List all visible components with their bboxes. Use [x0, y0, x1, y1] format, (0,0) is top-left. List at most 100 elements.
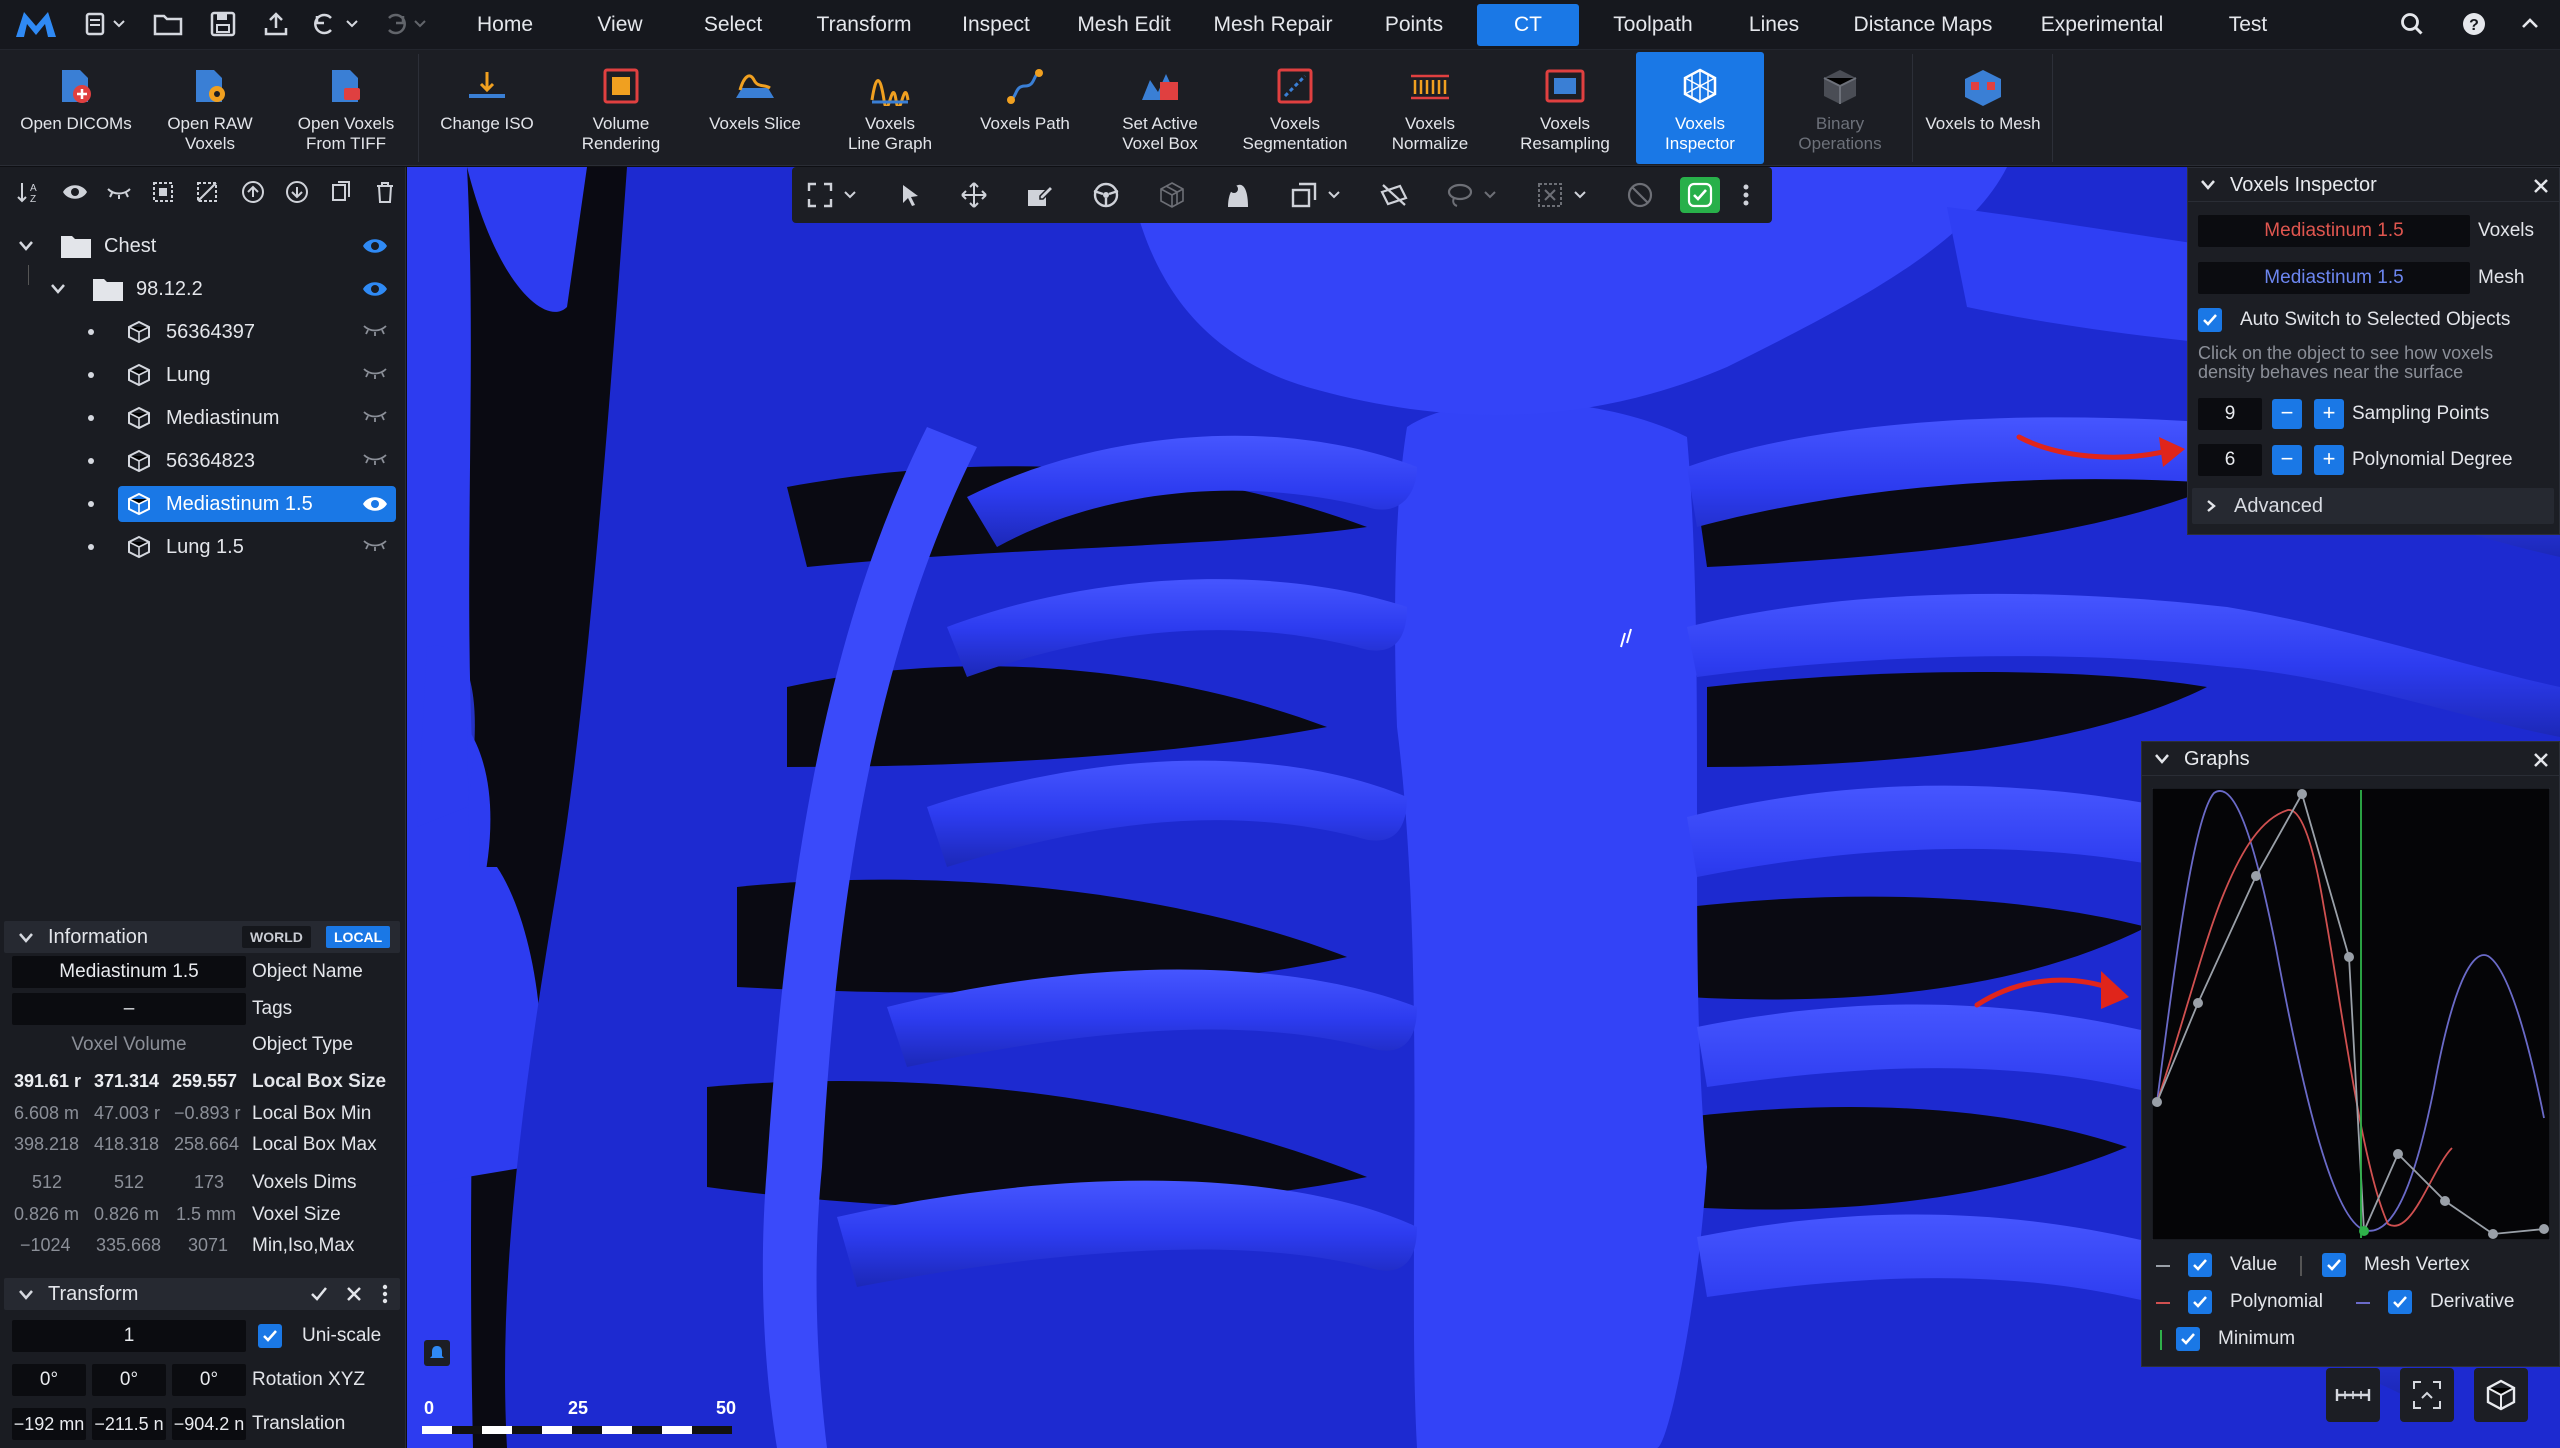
- notification-bell-icon[interactable]: [424, 1340, 450, 1366]
- menu-ct[interactable]: CT: [1477, 4, 1579, 46]
- close-icon[interactable]: [2533, 752, 2549, 768]
- menu-home[interactable]: Home: [460, 0, 550, 50]
- change-iso-button[interactable]: Change ISO: [424, 52, 550, 164]
- open-voxels-tiff-button[interactable]: Open Voxels From TIFF: [280, 52, 412, 164]
- chevron-down-icon[interactable]: [1570, 179, 1590, 211]
- menu-transform[interactable]: Transform: [806, 0, 922, 50]
- translation-z-field[interactable]: −904.2 n: [172, 1408, 246, 1440]
- close-icon[interactable]: [2533, 178, 2549, 194]
- chevron-down-icon[interactable]: [1324, 179, 1344, 211]
- chevron-right-icon[interactable]: [2206, 499, 2216, 513]
- auto-switch-checkbox[interactable]: [2198, 308, 2222, 332]
- value-checkbox[interactable]: [2188, 1253, 2212, 1277]
- information-header[interactable]: Information WORLD LOCAL: [4, 921, 400, 953]
- wireframe-icon[interactable]: [1156, 179, 1188, 211]
- lasso-icon[interactable]: [1444, 179, 1476, 211]
- transform-header[interactable]: Transform: [4, 1278, 400, 1310]
- voxels-object-selector[interactable]: Mediastinum 1.5: [2198, 215, 2470, 247]
- chevron-down-icon[interactable]: [18, 240, 34, 252]
- voxels-segmentation-button[interactable]: Voxels Segmentation: [1230, 52, 1360, 164]
- menu-test[interactable]: Test: [2200, 0, 2296, 50]
- sampling-increment-button[interactable]: +: [2314, 399, 2344, 429]
- uniscale-checkbox[interactable]: [258, 1324, 282, 1348]
- polynomial-decrement-button[interactable]: −: [2272, 445, 2302, 475]
- delete-icon[interactable]: [370, 177, 400, 207]
- derivative-checkbox[interactable]: [2388, 1290, 2412, 1314]
- select-all-icon[interactable]: [148, 177, 178, 207]
- menu-select[interactable]: Select: [690, 0, 776, 50]
- apply-check-icon[interactable]: [310, 1286, 328, 1302]
- menu-distance-maps[interactable]: Distance Maps: [1842, 0, 2004, 50]
- collapse-ribbon-icon[interactable]: [2514, 8, 2546, 40]
- rotation-y-field[interactable]: 0°: [92, 1364, 166, 1396]
- move-up-icon[interactable]: [238, 177, 268, 207]
- tree-item[interactable]: Lung 1.5: [0, 527, 406, 567]
- local-toggle[interactable]: LOCAL: [326, 926, 391, 948]
- set-active-voxel-box-button[interactable]: Set Active Voxel Box: [1096, 52, 1224, 164]
- voxels-resampling-button[interactable]: Voxels Resampling: [1500, 52, 1630, 164]
- hidden-eye-icon[interactable]: [362, 366, 388, 380]
- show-all-icon[interactable]: [60, 177, 90, 207]
- rotation-x-field[interactable]: 0°: [12, 1364, 86, 1396]
- polynomial-increment-button[interactable]: +: [2314, 445, 2344, 475]
- confirm-check-icon[interactable]: [1680, 177, 1720, 213]
- visibility-eye-icon[interactable]: [362, 495, 388, 513]
- chevron-down-icon[interactable]: [840, 179, 860, 211]
- tree-item[interactable]: Mediastinum: [0, 398, 406, 438]
- volume-rendering-button[interactable]: Volume Rendering: [558, 52, 684, 164]
- tags-field[interactable]: –: [12, 993, 246, 1025]
- mesh-vertex-checkbox[interactable]: [2322, 1253, 2346, 1277]
- menu-experimental[interactable]: Experimental: [2028, 0, 2176, 50]
- polynomial-checkbox[interactable]: [2188, 1290, 2212, 1314]
- help-icon[interactable]: ?: [2458, 8, 2490, 40]
- chevron-down-icon[interactable]: [2200, 179, 2216, 191]
- menu-mesh-edit[interactable]: Mesh Edit: [1068, 0, 1180, 50]
- reset-x-icon[interactable]: [346, 1286, 362, 1302]
- fit-view-icon[interactable]: [804, 179, 836, 211]
- voxels-normalize-button[interactable]: Voxels Normalize: [1366, 52, 1494, 164]
- minimum-checkbox[interactable]: [2176, 1327, 2200, 1351]
- clipping-box-icon[interactable]: [1288, 179, 1320, 211]
- measure-tool-icon[interactable]: [2326, 1368, 2380, 1422]
- visibility-eye-icon[interactable]: [362, 237, 388, 255]
- no-entry-icon[interactable]: [1624, 179, 1656, 211]
- search-icon[interactable]: [2396, 8, 2428, 40]
- save-icon[interactable]: [205, 8, 241, 40]
- move-icon[interactable]: [958, 179, 990, 211]
- advanced-section-header[interactable]: Advanced: [2192, 488, 2554, 524]
- menu-toolpath[interactable]: Toolpath: [1596, 0, 1710, 50]
- copy-icon[interactable]: [326, 177, 356, 207]
- voxels-path-button[interactable]: Voxels Path: [960, 52, 1090, 164]
- hide-all-icon[interactable]: [104, 177, 134, 207]
- fit-selection-icon[interactable]: [2400, 1368, 2454, 1422]
- translation-x-field[interactable]: −192 mn: [12, 1408, 86, 1440]
- hidden-eye-icon[interactable]: [362, 452, 388, 466]
- chevron-down-icon[interactable]: [1480, 179, 1500, 211]
- voxels-to-mesh-button[interactable]: Voxels to Mesh: [1916, 52, 2050, 164]
- menu-view[interactable]: View: [580, 0, 660, 50]
- steering-icon[interactable]: [1090, 179, 1122, 211]
- world-toggle[interactable]: WORLD: [242, 926, 311, 948]
- hidden-eye-icon[interactable]: [362, 538, 388, 552]
- tree-item-group[interactable]: 98.12.2: [0, 265, 406, 309]
- undo-icon[interactable]: [312, 8, 362, 40]
- voxels-line-graph-button[interactable]: Voxels Line Graph: [826, 52, 954, 164]
- binary-operations-button[interactable]: Binary Operations: [1772, 52, 1908, 164]
- menu-points[interactable]: Points: [1366, 0, 1462, 50]
- plane-section-icon[interactable]: [1378, 179, 1410, 211]
- translation-y-field[interactable]: −211.5 n: [92, 1408, 166, 1440]
- redo-icon[interactable]: [380, 8, 430, 40]
- voxels-slice-button[interactable]: Voxels Slice: [692, 52, 818, 164]
- new-scene-icon[interactable]: [82, 8, 132, 40]
- rotation-z-field[interactable]: 0°: [172, 1364, 246, 1396]
- mesh-object-selector[interactable]: Mediastinum 1.5: [2198, 262, 2470, 294]
- menu-lines[interactable]: Lines: [1732, 0, 1816, 50]
- edit-object-icon[interactable]: [1024, 179, 1056, 211]
- chevron-down-icon[interactable]: [2154, 753, 2170, 765]
- chevron-down-icon[interactable]: [18, 932, 34, 944]
- deselect-icon[interactable]: [192, 177, 222, 207]
- more-options-icon[interactable]: [382, 1284, 388, 1304]
- voxels-inspector-button[interactable]: Voxels Inspector: [1636, 52, 1764, 164]
- polynomial-degree-field[interactable]: 6: [2198, 444, 2262, 476]
- hidden-eye-icon[interactable]: [362, 323, 388, 337]
